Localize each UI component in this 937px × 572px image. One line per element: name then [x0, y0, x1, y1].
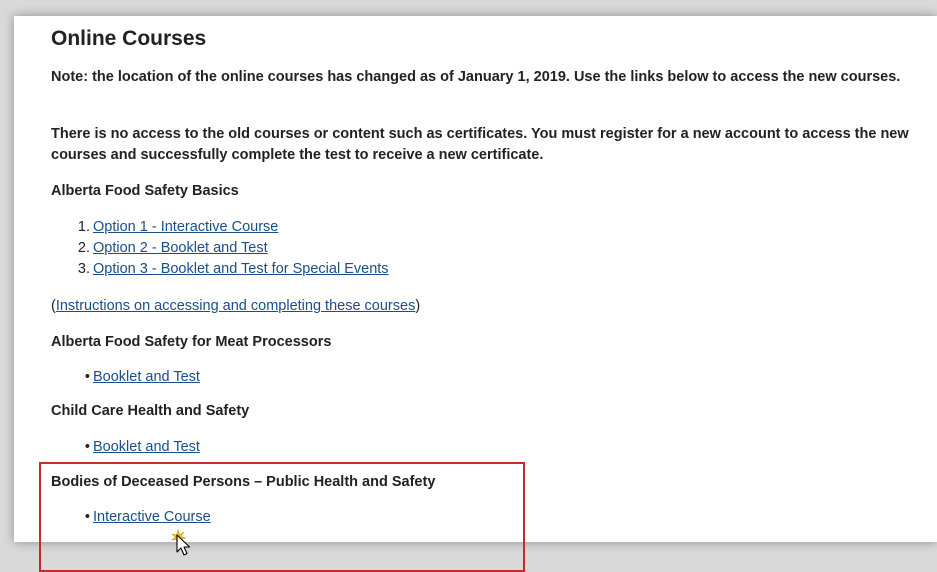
bullet-icon: •: [84, 439, 90, 455]
location-change-note: Note: the location of the online courses…: [51, 69, 901, 85]
list-item: 2. Option 2 - Booklet and Test: [58, 238, 389, 259]
bullet-icon: •: [84, 369, 90, 385]
access-note: There is no access to the old courses or…: [51, 126, 909, 163]
instructions-link[interactable]: Instructions on accessing and completing…: [56, 298, 415, 314]
list-item: • Booklet and Test: [58, 437, 200, 458]
page-title: Online Courses: [51, 27, 207, 50]
instructions-line: (Instructions on accessing and completin…: [51, 298, 420, 314]
list-number: 3.: [77, 261, 90, 277]
basics-course-list: 1. Option 1 - Interactive Course 2. Option…: [58, 217, 389, 280]
list-number: 2.: [77, 240, 90, 256]
interactive-course-link[interactable]: Interactive Course: [93, 509, 211, 525]
bullet-icon: •: [84, 509, 90, 525]
option-3-link[interactable]: Option 3 - Booklet and Test for Special …: [93, 261, 389, 277]
section-heading-deceased: Bodies of Deceased Persons – Public Heal…: [51, 474, 436, 490]
list-item: 1. Option 1 - Interactive Course: [58, 217, 389, 238]
list-item: 3. Option 3 - Booklet and Test for Specia…: [58, 259, 389, 280]
meat-course-list: • Booklet and Test: [58, 367, 200, 388]
option-1-link[interactable]: Option 1 - Interactive Course: [93, 219, 278, 235]
list-item: • Interactive Course: [58, 507, 211, 528]
childcare-booklet-link[interactable]: Booklet and Test: [93, 439, 200, 455]
paren-close: ): [415, 298, 421, 314]
option-2-link[interactable]: Option 2 - Booklet and Test: [93, 240, 268, 256]
list-number: 1.: [77, 219, 90, 235]
deceased-course-list: • Interactive Course: [58, 507, 211, 528]
section-heading-basics: Alberta Food Safety Basics: [51, 183, 239, 199]
list-item: • Booklet and Test: [58, 367, 200, 388]
mouse-pointer-icon: [171, 528, 191, 556]
section-heading-childcare: Child Care Health and Safety: [51, 403, 250, 419]
section-heading-meat: Alberta Food Safety for Meat Processors: [51, 334, 332, 350]
meat-booklet-link[interactable]: Booklet and Test: [93, 369, 200, 385]
childcare-course-list: • Booklet and Test: [58, 437, 200, 458]
